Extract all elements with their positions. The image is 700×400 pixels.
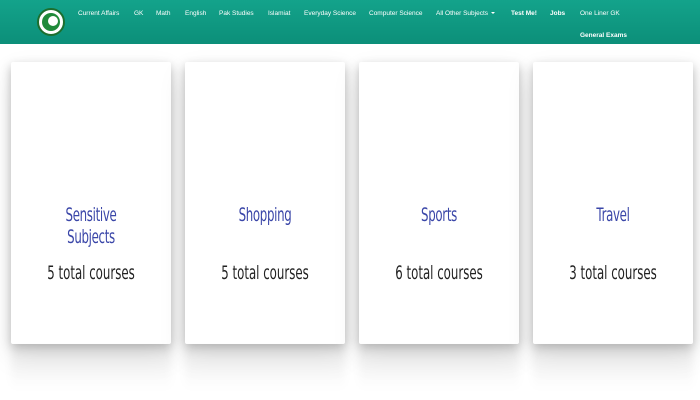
nav-item-math[interactable]: Math xyxy=(156,10,170,17)
nav-item-test-me[interactable]: Test Me! xyxy=(511,10,537,17)
course-card-shopping[interactable]: Shopping 5 total courses xyxy=(185,62,345,344)
card-course-count: 5 total courses xyxy=(47,262,135,284)
card-reflection xyxy=(533,350,693,390)
nav-item-jobs[interactable]: Jobs xyxy=(550,10,565,17)
course-card-sensitive-subjects[interactable]: Sensitive Subjects 5 total courses xyxy=(11,62,171,344)
card-reflection xyxy=(11,350,171,390)
card-course-count: 5 total courses xyxy=(221,262,309,284)
course-card-sports[interactable]: Sports 6 total courses xyxy=(359,62,519,344)
nav-item-all-other-subjects-label: All Other Subjects xyxy=(436,10,489,17)
nav-item-gk[interactable]: GK xyxy=(134,10,143,17)
course-card-travel[interactable]: Travel 3 total courses xyxy=(533,62,693,344)
nav-item-general-exams[interactable]: General Exams xyxy=(580,32,627,39)
nav-item-all-other-subjects[interactable]: All Other Subjects xyxy=(436,10,496,17)
top-navbar: Current Affairs GK Math English Pak Stud… xyxy=(0,0,700,44)
nav-item-one-liner-gk[interactable]: One Liner GK xyxy=(580,10,620,17)
card-title[interactable]: Travel xyxy=(563,204,662,226)
card-reflection xyxy=(185,350,345,390)
chevron-down-icon xyxy=(491,12,496,15)
nav-item-current-affairs[interactable]: Current Affairs xyxy=(78,10,119,17)
site-logo[interactable] xyxy=(37,8,65,36)
card-course-count: 6 total courses xyxy=(395,262,483,284)
nav-item-everyday-science[interactable]: Everyday Science xyxy=(304,10,356,17)
nav-item-computer-science[interactable]: Computer Science xyxy=(369,10,422,17)
card-reflection xyxy=(359,350,519,390)
card-course-count: 3 total courses xyxy=(569,262,657,284)
nav-item-islamiat[interactable]: Islamiat xyxy=(268,10,290,17)
nav-item-pak-studies[interactable]: Pak Studies xyxy=(219,10,254,17)
logo-crescent-icon xyxy=(48,16,58,26)
card-title[interactable]: Sports xyxy=(389,204,488,226)
card-title[interactable]: Sensitive Subjects xyxy=(41,204,140,248)
card-title[interactable]: Shopping xyxy=(215,204,314,226)
nav-item-english[interactable]: English xyxy=(185,10,206,17)
